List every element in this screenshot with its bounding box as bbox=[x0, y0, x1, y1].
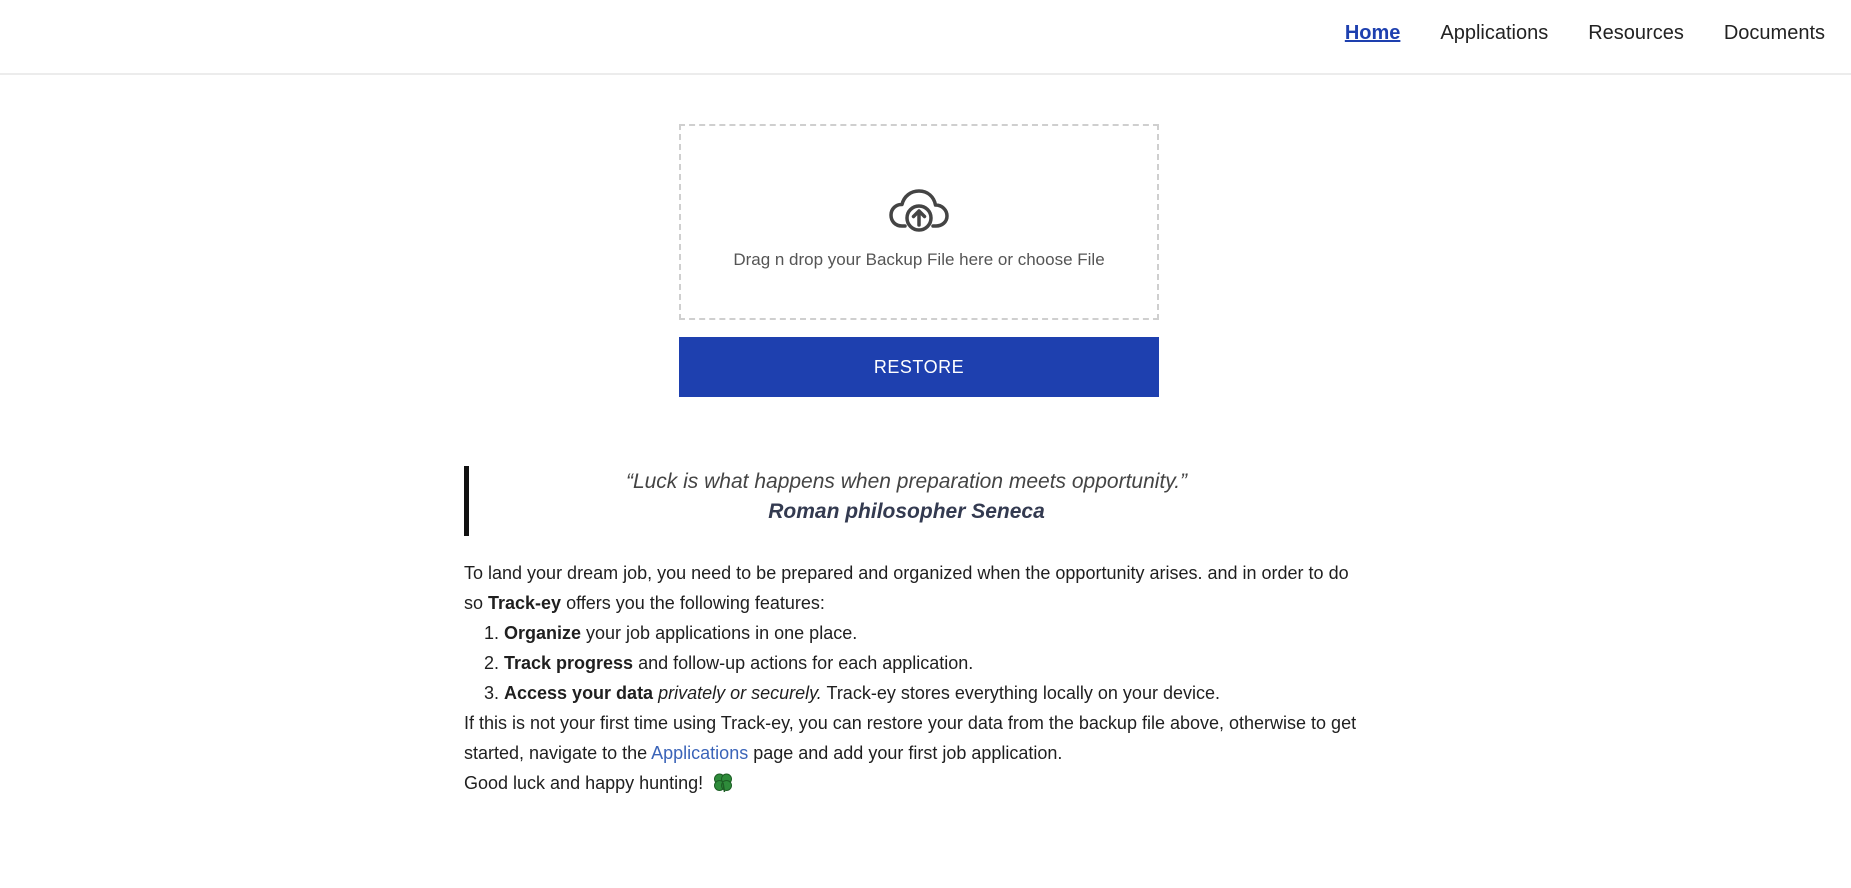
closing-text: Good luck and happy hunting! bbox=[464, 773, 709, 793]
features-list: Organize your job applications in one pl… bbox=[464, 618, 1364, 708]
outro-paragraph: If this is not your first time using Tra… bbox=[464, 708, 1364, 768]
quote-author: Roman philosopher Seneca bbox=[768, 500, 1045, 523]
intro-text-end: offers you the following features: bbox=[561, 593, 825, 613]
feature-item: Access your data privately or securely. … bbox=[504, 678, 1364, 708]
feature-item: Organize your job applications in one pl… bbox=[504, 618, 1364, 648]
backup-file-dropzone[interactable]: Drag n drop your Backup File here or cho… bbox=[679, 124, 1159, 320]
feature-title: Track progress bbox=[504, 653, 634, 673]
feature-desc: your job applications in one place. bbox=[581, 623, 858, 643]
top-navbar: Home Applications Resources Documents bbox=[0, 0, 1851, 75]
applications-link[interactable]: Applications bbox=[651, 743, 748, 763]
cloud-upload-icon bbox=[889, 189, 949, 232]
four-leaf-clover-icon bbox=[714, 773, 733, 793]
intro-paragraph: To land your dream job, you need to be p… bbox=[464, 558, 1364, 618]
feature-item: Track progress and follow-up actions for… bbox=[504, 648, 1364, 678]
nav-documents-link[interactable]: Documents bbox=[1724, 22, 1825, 45]
brand-name: Track-ey bbox=[488, 593, 562, 613]
nav-links: Home Applications Resources Documents bbox=[1345, 22, 1825, 45]
restore-button[interactable]: RESTORE bbox=[679, 337, 1159, 397]
feature-emphasis: privately or securely. bbox=[653, 683, 822, 703]
feature-title: Access your data bbox=[504, 683, 654, 703]
intro-content: To land your dream job, you need to be p… bbox=[464, 558, 1364, 798]
outro-text-end: page and add your first job application. bbox=[748, 743, 1063, 763]
nav-applications-link[interactable]: Applications bbox=[1440, 22, 1548, 45]
nav-home-link[interactable]: Home bbox=[1345, 22, 1401, 45]
feature-desc: Track-ey stores everything locally on yo… bbox=[821, 683, 1220, 703]
quote-text: “Luck is what happens when preparation m… bbox=[625, 470, 1188, 493]
closing-line: Good luck and happy hunting! bbox=[464, 768, 1364, 798]
quote-block: “Luck is what happens when preparation m… bbox=[464, 466, 1344, 536]
nav-resources-link[interactable]: Resources bbox=[1588, 22, 1684, 45]
feature-desc: and follow-up actions for each applicati… bbox=[633, 653, 974, 673]
feature-title: Organize bbox=[504, 623, 582, 643]
dropzone-label: Drag n drop your Backup File here or cho… bbox=[733, 250, 1105, 269]
